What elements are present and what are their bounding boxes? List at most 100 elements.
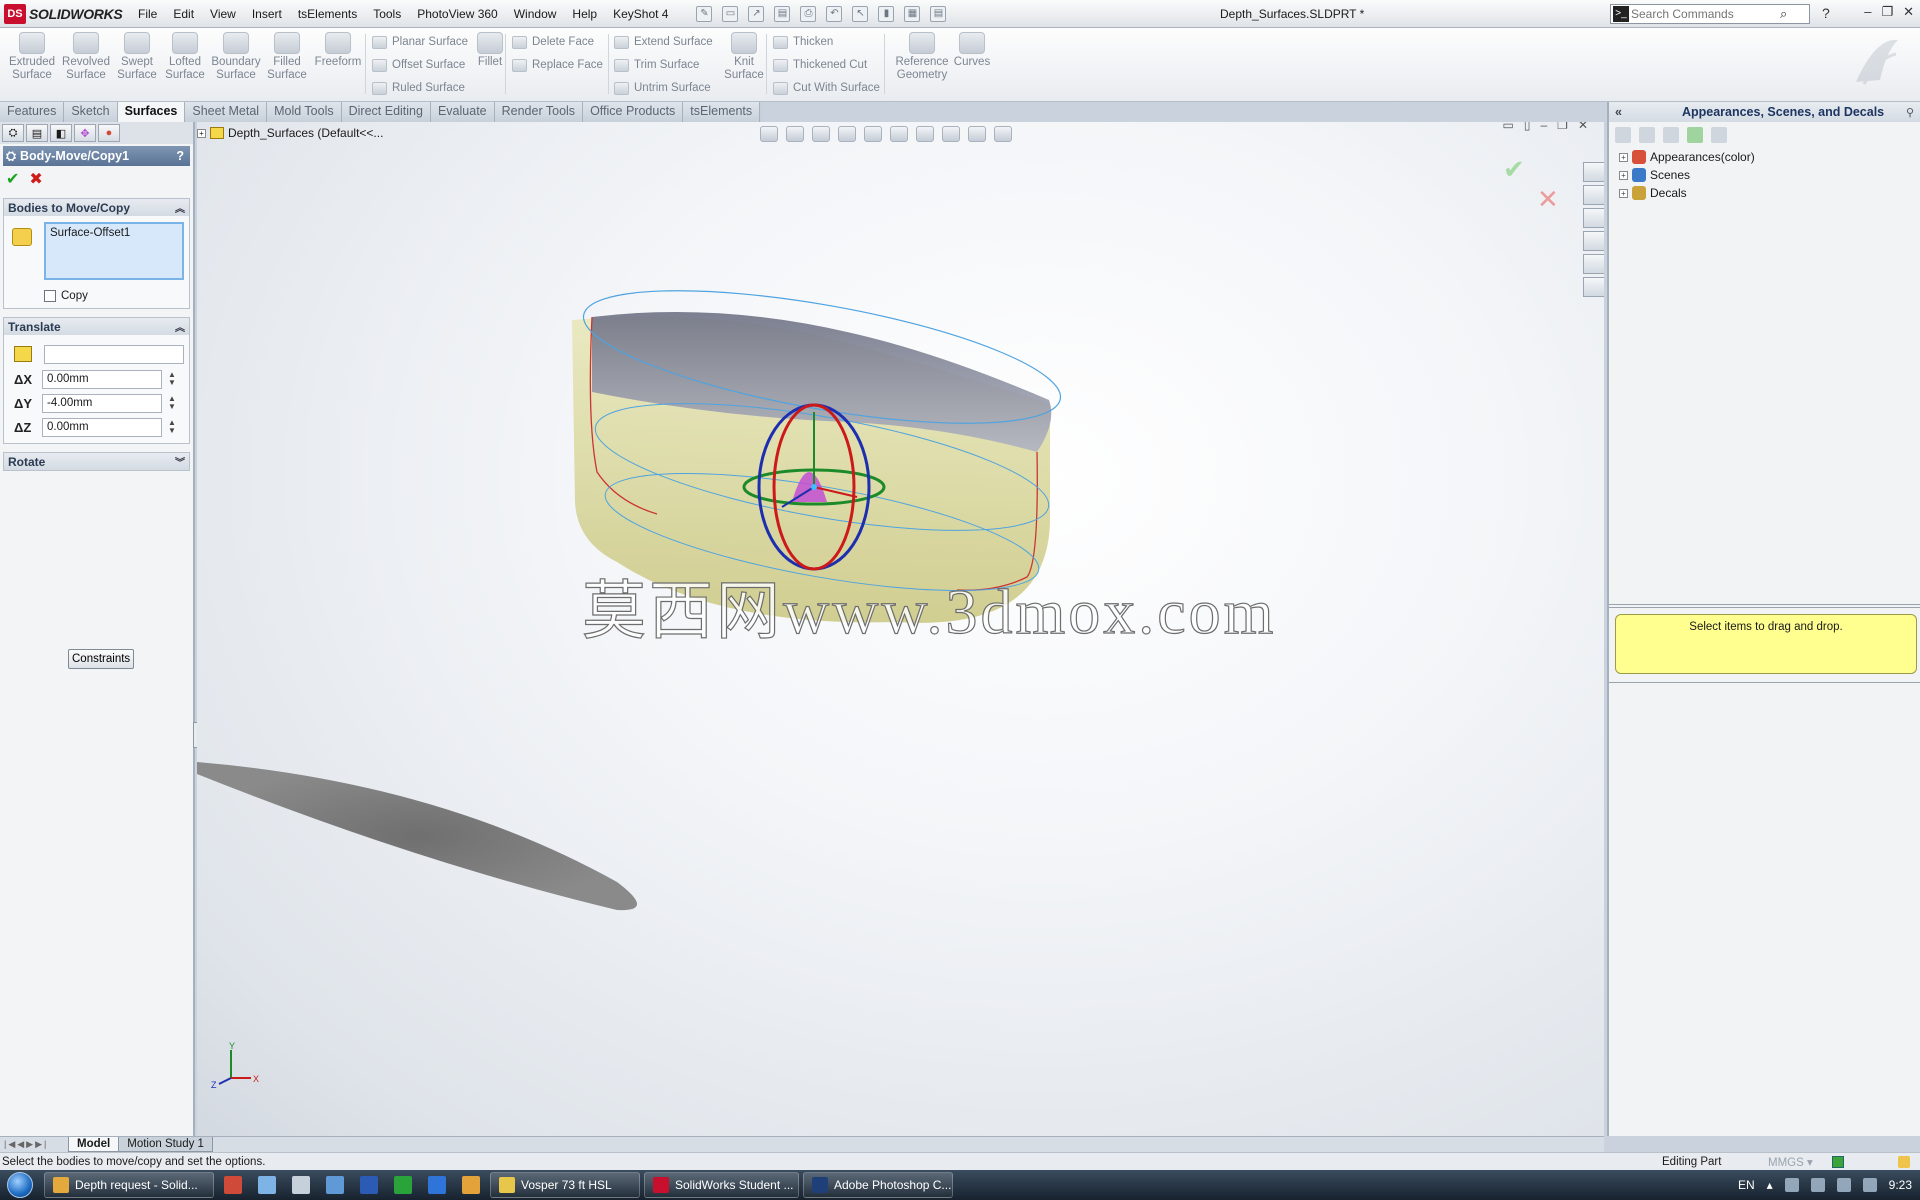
refresh-icon[interactable] [1687,127,1703,143]
forward-icon[interactable] [1639,127,1655,143]
taskbar-item-vosper[interactable]: Vosper 73 ft HSL [490,1172,640,1198]
menu-tools[interactable]: Tools [365,0,409,28]
trim-surface-button[interactable]: Trim Surface [614,56,699,74]
list-item[interactable]: Surface-Offset1 [50,227,178,239]
replace-face-button[interactable]: Replace Face [512,56,603,74]
expand-toggle-icon[interactable]: + [1619,170,1628,180]
taskbar-pin-excel[interactable] [388,1172,418,1198]
feature-manager-tab-icon[interactable]: ⛭ [2,124,24,142]
back-icon[interactable] [1615,127,1631,143]
ruled-surface-button[interactable]: Ruled Surface [372,79,465,97]
taskbar-pin-download[interactable] [252,1172,282,1198]
ok-button[interactable]: ✔ [6,169,19,189]
open-document-icon[interactable]: ↗ [748,5,765,22]
boundary-surface-button[interactable]: Boundary Surface [208,32,264,82]
taskbar-pin-word[interactable] [354,1172,384,1198]
tree-node-appearances[interactable]: + Appearances(color) [1619,148,1920,166]
translate-reference-field[interactable] [44,344,184,364]
fillet-button[interactable]: Fillet [462,32,518,69]
menu-edit[interactable]: Edit [165,0,202,28]
search-icon[interactable]: ⌕ [1780,6,1787,22]
taskbar-pin-network[interactable] [320,1172,350,1198]
collapse-chevron-icon[interactable]: ︽ [175,319,185,334]
save-icon[interactable]: ▤ [774,5,791,22]
custom-properties-tab-icon[interactable] [1583,277,1604,297]
rebuild-status-icon[interactable] [1832,1155,1844,1168]
appearances-scenes-decals-tab-icon[interactable] [1583,254,1604,274]
close-icon[interactable]: ✕ [1903,4,1914,20]
configuration-manager-tab-icon[interactable]: ◧ [50,124,72,142]
taskbar-item-solidworks[interactable]: SolidWorks Student ... [644,1172,799,1198]
clock[interactable]: 9:23 [1889,1178,1912,1192]
language-indicator[interactable]: EN [1738,1178,1755,1192]
group-header[interactable]: Rotate ︾ [4,453,189,470]
curves-button[interactable]: Curves [944,32,1000,69]
spin-arrows-icon[interactable]: ▲ ▼ [168,419,178,435]
revolved-surface-button[interactable]: Revolved Surface [58,32,114,82]
untrim-surface-button[interactable]: Untrim Surface [614,79,711,97]
filled-surface-button[interactable]: Filled Surface [259,32,315,82]
solidworks-resources-tab-icon[interactable] [1583,162,1604,182]
design-library-tab-icon[interactable] [1583,185,1604,205]
search-input[interactable] [1631,7,1776,21]
knit-surface-button[interactable]: Knit Surface [716,32,772,82]
select-icon[interactable]: ↖ [852,5,869,22]
maximize-icon[interactable]: ❐ [1881,4,1893,20]
menu-help[interactable]: Help [564,0,605,28]
expand-chevron-icon[interactable]: ︾ [175,454,185,469]
extend-surface-button[interactable]: Extend Surface [614,33,713,51]
help-icon[interactable]: ? [176,149,184,163]
file-properties-icon[interactable]: ▦ [904,5,921,22]
cut-with-surface-button[interactable]: Cut With Surface [773,79,880,97]
options-icon[interactable]: ▤ [930,5,947,22]
graphics-area[interactable]: + Depth_Surfaces (Default<<... ▭ ▯ – ❐ ✕… [197,122,1604,1136]
taskbar-item-photoshop[interactable]: Adobe Photoshop C... [803,1172,953,1198]
taskbar-pin-settings[interactable] [286,1172,316,1198]
tab-features[interactable]: Features [0,102,65,122]
tray-display-icon[interactable] [1784,1178,1799,1192]
quick-tips-icon[interactable] [1898,1155,1910,1168]
solidworks-logo[interactable]: DS SOLIDWORKS [0,3,130,24]
tray-network-icon[interactable] [1836,1178,1851,1192]
menu-insert[interactable]: Insert [244,0,290,28]
menu-keyshot[interactable]: KeyShot 4 [605,0,676,28]
search-commands-box[interactable]: >_ ⌕ [1610,4,1810,24]
bodies-selection-box[interactable]: Surface-Offset1 [44,222,184,280]
taskbar-pin-gmail[interactable] [218,1172,248,1198]
unit-system-selector[interactable]: MMGS ▾ [1768,1155,1813,1169]
tab-evaluate[interactable]: Evaluate [430,102,495,122]
menu-view[interactable]: View [202,0,244,28]
display-manager-tab-icon[interactable]: ● [98,124,120,142]
pane-splitter[interactable] [1609,604,1920,608]
menu-photoview[interactable]: PhotoView 360 [409,0,506,28]
tab-render-tools[interactable]: Render Tools [494,102,584,122]
tab-scroll-arrows-icon[interactable]: |◀◀▶▶| [0,1139,68,1150]
new-document-icon[interactable]: ▭ [722,5,739,22]
delta-z-input[interactable]: 0.00mm [42,417,162,437]
add-file-location-icon[interactable] [1663,127,1679,143]
pin-icon[interactable]: ⚲ [1906,106,1914,119]
file-explorer-tab-icon[interactable] [1583,208,1604,228]
tree-node-scenes[interactable]: + Scenes [1619,166,1920,184]
thickened-cut-button[interactable]: Thickened Cut [773,56,867,74]
group-header[interactable]: Translate ︽ [4,318,189,335]
delete-face-button[interactable]: Delete Face [512,33,594,51]
show-hidden-icons-icon[interactable]: ▴ [1767,1178,1773,1192]
collapse-chevron-icon[interactable]: ︽ [175,200,185,215]
tab-sketch[interactable]: Sketch [64,102,118,122]
tab-surfaces[interactable]: Surfaces [117,102,186,122]
copy-option[interactable]: Copy [44,290,185,302]
start-button[interactable] [0,1170,40,1200]
menu-file[interactable]: File [130,0,165,28]
undo-icon[interactable]: ↶ [826,5,843,22]
planar-surface-button[interactable]: Planar Surface [372,33,468,51]
delta-y-input[interactable]: -4.00mm [42,393,162,413]
constraints-button[interactable]: Constraints [68,649,135,669]
rebuild-icon[interactable]: ▮ [878,5,895,22]
property-manager-tab-icon[interactable]: ▤ [26,124,48,142]
menu-tselements[interactable]: tsElements [290,0,365,28]
tab-model[interactable]: Model [68,1137,120,1152]
view-palette-tab-icon[interactable] [1583,231,1604,251]
collapse-pane-icon[interactable]: « [1615,105,1622,119]
tab-mold-tools[interactable]: Mold Tools [267,102,342,122]
